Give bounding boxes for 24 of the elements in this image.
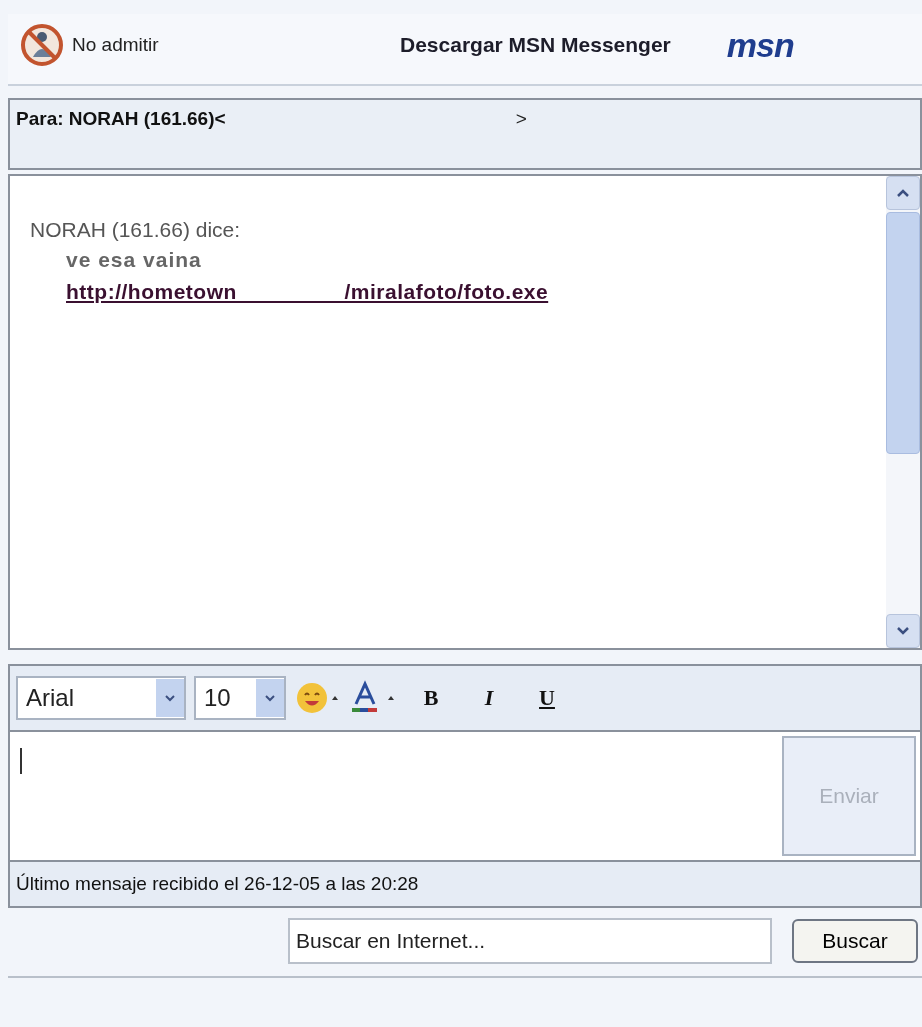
size-dropdown[interactable]: 10 (194, 676, 286, 720)
blocked-person-icon[interactable] (20, 23, 64, 67)
search-button[interactable]: Buscar (792, 919, 918, 963)
recipient-label: Para: NORAH (161.66)< (16, 108, 226, 131)
scrollbar[interactable] (886, 176, 920, 648)
format-button[interactable]: I (464, 684, 514, 712)
dropdown-caret-icon[interactable] (264, 694, 276, 702)
format-button[interactable]: U (522, 684, 572, 712)
status-text: Último mensaje recibido el 26-12-05 a las 20:28 (16, 873, 419, 895)
message-link[interactable]: http://hometown /miralafoto/foto.exe (66, 280, 549, 304)
search-field[interactable]: Buscar en Internet... (288, 918, 772, 964)
scroll-thumb[interactable] (886, 212, 920, 454)
message-text: ve esa vaina (66, 248, 203, 272)
download-link[interactable]: Descargar MSN Messenger (400, 33, 671, 57)
logo: msn (726, 25, 794, 65)
sender-line: NORAH (161.66) dice: (30, 218, 242, 242)
block-label[interactable]: No admitir (72, 34, 159, 56)
scroll-down-icon[interactable] (886, 614, 920, 648)
font-dropdown[interactable]: Arial (16, 676, 186, 720)
dropdown-caret-icon[interactable] (164, 694, 176, 702)
scroll-up-icon[interactable] (886, 176, 920, 210)
smiley-icon[interactable] (294, 680, 340, 716)
format-button[interactable]: B (406, 684, 456, 712)
recipient-label-end: > (515, 108, 527, 131)
